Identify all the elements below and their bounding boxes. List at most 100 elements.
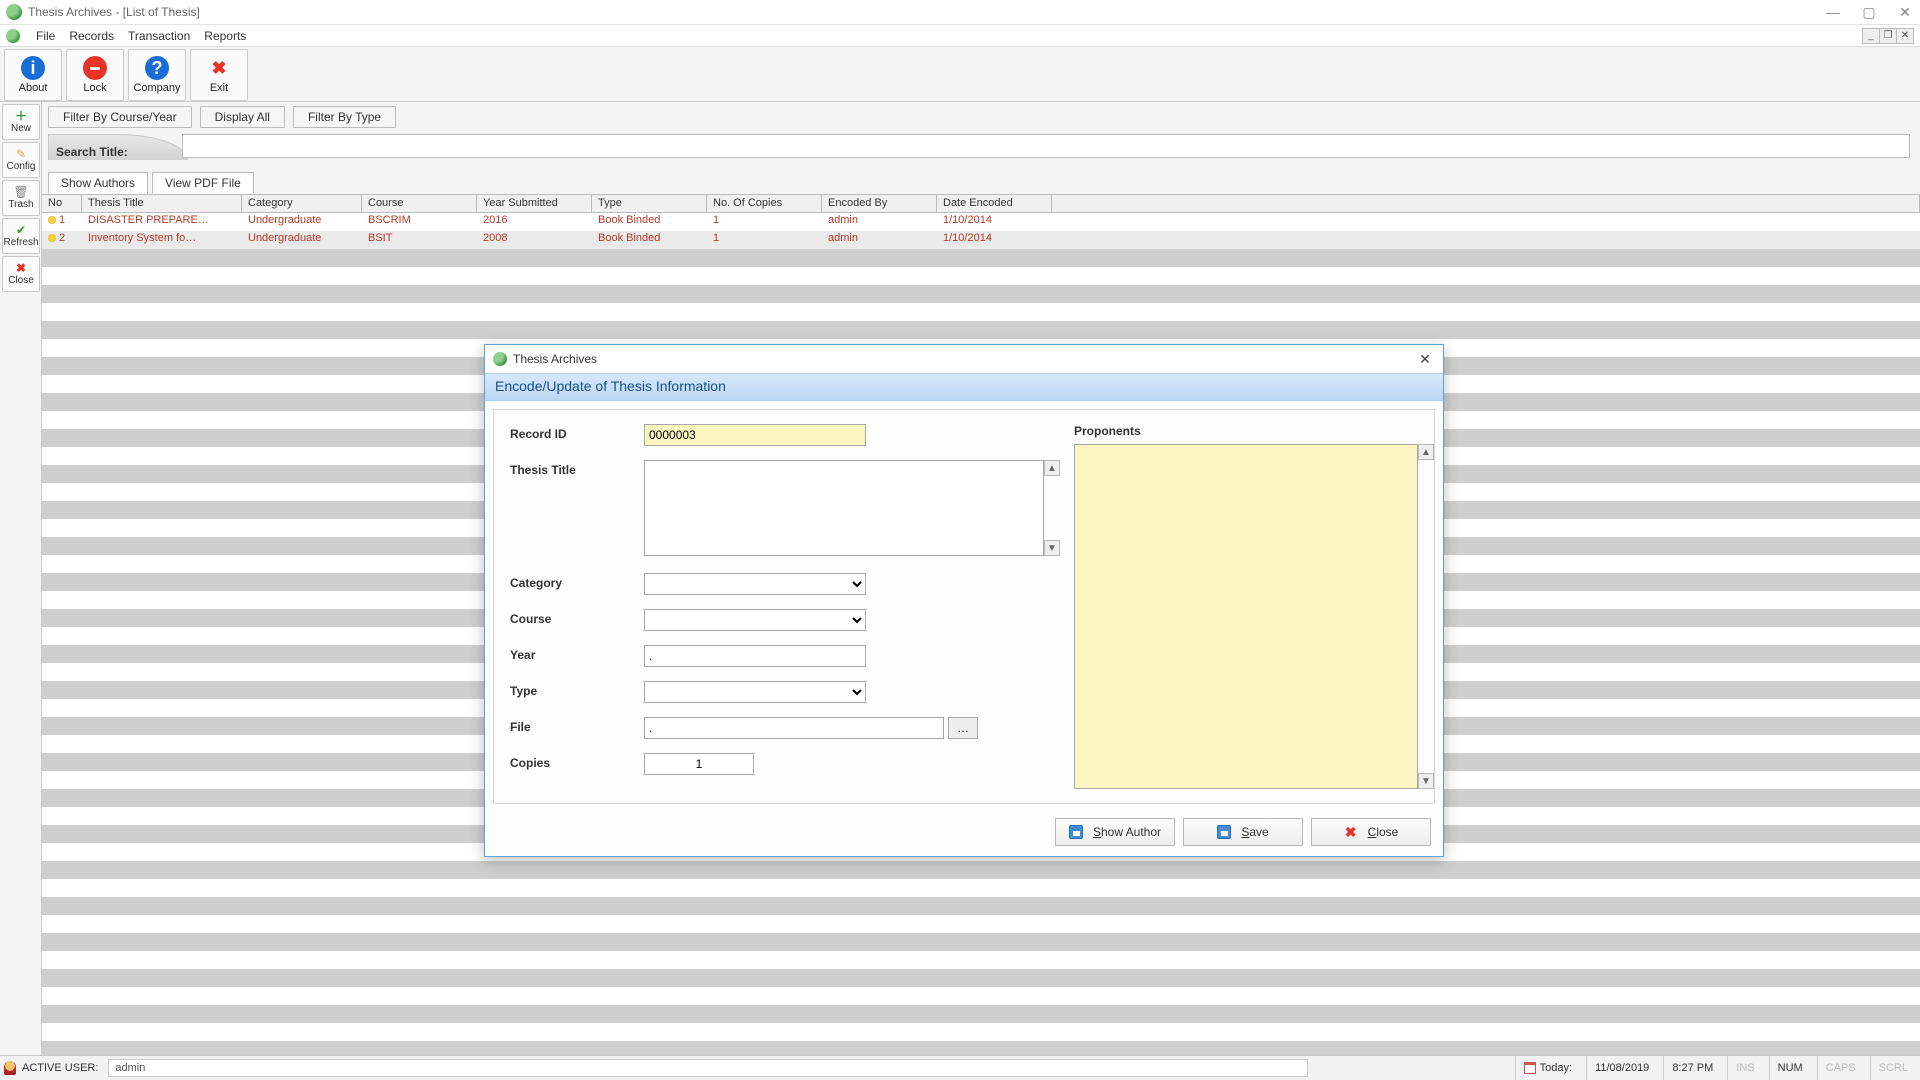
refresh-button[interactable]: ✔ Refresh (2, 218, 40, 254)
search-title-input[interactable] (182, 134, 1910, 158)
col-header-category[interactable]: Category (242, 195, 362, 212)
mdi-close-icon[interactable]: ✕ (1896, 28, 1914, 44)
dialog-app-icon (493, 352, 507, 366)
new-button[interactable]: ＋ New (2, 104, 40, 140)
menu-records[interactable]: Records (69, 29, 114, 43)
about-label: About (19, 82, 48, 94)
scroll-up-icon[interactable]: ▲ (1418, 444, 1434, 460)
show-author-button[interactable]: Show Author (1055, 818, 1175, 846)
mdi-minimize-icon[interactable]: _ (1862, 28, 1880, 44)
cell-course: BSIT (362, 231, 477, 249)
menu-transaction[interactable]: Transaction (128, 29, 190, 43)
year-input[interactable] (644, 645, 866, 667)
col-header-thesis-title[interactable]: Thesis Title (82, 195, 242, 212)
about-button[interactable]: i About (4, 49, 62, 101)
active-user-value: admin (115, 1062, 145, 1074)
col-header-course[interactable]: Course (362, 195, 477, 212)
filter-by-type-button[interactable]: Filter By Type (293, 106, 396, 128)
cell-year: 2008 (477, 231, 592, 249)
config-button[interactable]: ✎ Config (2, 142, 40, 178)
close-window-icon[interactable]: ✕ (1896, 5, 1914, 19)
col-header-no[interactable]: No (42, 195, 82, 212)
trash-button[interactable]: 🗑 Trash (2, 180, 40, 216)
close-x-icon: ✖ (1344, 825, 1358, 839)
scroll-down-icon[interactable]: ▼ (1044, 540, 1060, 556)
lock-label: Lock (83, 82, 106, 94)
category-combobox[interactable] (644, 573, 866, 595)
filter-by-course-year-button[interactable]: Filter By Course/Year (48, 106, 192, 128)
mdi-restore-icon[interactable]: ❐ (1879, 28, 1897, 44)
browse-file-button[interactable]: … (948, 717, 978, 739)
scroll-up-icon[interactable]: ▲ (1044, 460, 1060, 476)
help-icon: ? (145, 56, 169, 80)
proponents-textarea[interactable] (1074, 444, 1418, 789)
window-controls: — ▢ ✕ (1824, 5, 1914, 19)
disk-icon (1069, 825, 1083, 839)
company-button[interactable]: ? Company (128, 49, 186, 101)
course-combobox[interactable] (644, 609, 866, 631)
cell-no: 1 (59, 214, 65, 226)
dialog-close-button[interactable]: ✖ Close (1311, 818, 1431, 846)
label-proponents: Proponents (1074, 424, 1418, 438)
cell-type: Book Binded (592, 213, 707, 231)
cell-type: Book Binded (592, 231, 707, 249)
menu-reports[interactable]: Reports (204, 29, 246, 43)
proponents-scrollbar[interactable]: ▲ ▼ (1418, 444, 1434, 789)
label-record-id: Record ID (510, 424, 644, 441)
col-header-encoded-by[interactable]: Encoded By (822, 195, 937, 212)
lock-button[interactable]: Lock (66, 49, 124, 101)
col-header-type[interactable]: Type (592, 195, 707, 212)
side-toolbar: ＋ New ✎ Config 🗑 Trash ✔ Refresh ✖ Close (0, 102, 42, 1055)
record-id-input[interactable] (644, 424, 866, 446)
filter-row: Filter By Course/Year Display All Filter… (42, 102, 1920, 132)
table-row[interactable]: 2 Inventory System fo… Undergraduate BSI… (42, 231, 1920, 249)
save-label-rest: ave (1249, 825, 1268, 839)
menu-file[interactable]: File (36, 29, 55, 43)
tab-view-pdf[interactable]: View PDF File (152, 172, 254, 194)
lock-icon (83, 56, 107, 80)
thesis-title-scrollbar[interactable]: ▲ ▼ (1044, 460, 1060, 556)
type-combobox[interactable] (644, 681, 866, 703)
today-label: Today: (1540, 1062, 1572, 1074)
status-scrl: SCRL (1870, 1056, 1916, 1080)
bullet-icon (48, 234, 56, 242)
table-row[interactable]: 1 DISASTER PREPARE… Undergraduate BSCRIM… (42, 213, 1920, 231)
status-caps: CAPS (1817, 1056, 1864, 1080)
copies-input[interactable] (644, 753, 754, 775)
info-icon: i (21, 56, 45, 80)
tab-show-authors[interactable]: Show Authors (48, 172, 148, 194)
cell-encoded-by: admin (822, 213, 937, 231)
dialog-titlebar[interactable]: Thesis Archives ✕ (485, 345, 1443, 373)
col-header-copies[interactable]: No. Of Copies (707, 195, 822, 212)
label-type: Type (510, 681, 644, 698)
statusbar: ACTIVE USER: admin Today: 11/08/2019 8:2… (0, 1055, 1920, 1080)
exit-icon: ✖ (207, 56, 231, 80)
maximize-icon[interactable]: ▢ (1860, 5, 1878, 19)
cell-category: Undergraduate (242, 213, 362, 231)
col-header-spacer (1052, 195, 1920, 212)
thesis-title-textarea[interactable] (644, 460, 1044, 556)
minimize-icon[interactable]: — (1824, 5, 1842, 19)
active-user-label: ACTIVE USER: (22, 1062, 98, 1074)
col-header-date-encoded[interactable]: Date Encoded (937, 195, 1052, 212)
label-file: File (510, 717, 644, 734)
status-ins: INS (1727, 1056, 1762, 1080)
dialog-close-icon[interactable]: ✕ (1415, 351, 1435, 368)
search-row: Search Title: (42, 132, 1920, 170)
dialog-window-title: Thesis Archives (513, 352, 597, 366)
file-input[interactable] (644, 717, 944, 739)
cell-course: BSCRIM (362, 213, 477, 231)
exit-button[interactable]: ✖ Exit (190, 49, 248, 101)
trash-label: Trash (8, 199, 33, 210)
close-list-button[interactable]: ✖ Close (2, 256, 40, 292)
mdi-child-window-controls: _ ❐ ✕ (1863, 28, 1914, 44)
company-label: Company (133, 82, 180, 94)
pencil-icon: ✎ (16, 148, 26, 160)
col-header-year[interactable]: Year Submitted (477, 195, 592, 212)
scroll-down-icon[interactable]: ▼ (1418, 773, 1434, 789)
save-button[interactable]: Save (1183, 818, 1303, 846)
menubar: File Records Transaction Reports _ ❐ ✕ (0, 25, 1920, 47)
cell-category: Undergraduate (242, 231, 362, 249)
status-date: 11/08/2019 (1586, 1056, 1657, 1080)
display-all-button[interactable]: Display All (200, 106, 285, 128)
